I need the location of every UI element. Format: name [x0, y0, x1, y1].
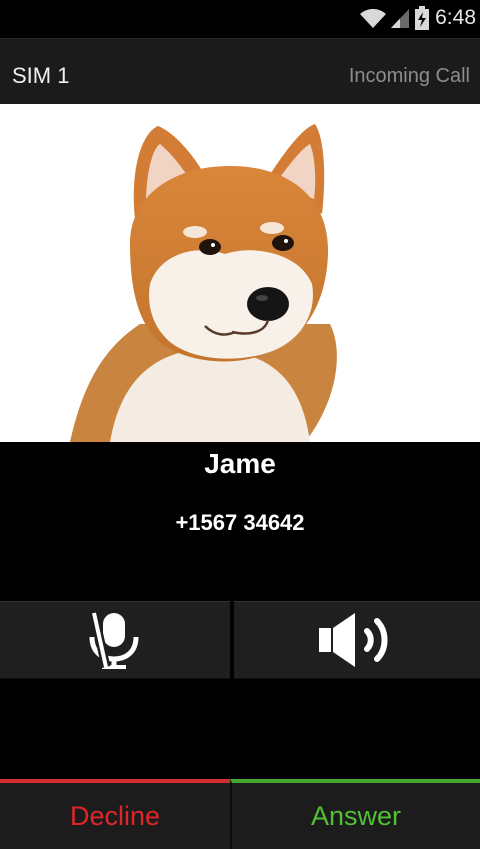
signal-icon: [391, 9, 410, 28]
answer-button[interactable]: Answer: [230, 779, 480, 849]
speaker-button[interactable]: [234, 601, 480, 679]
decline-button[interactable]: Decline: [0, 779, 230, 849]
incoming-call-screen: 6:48 SIM 1 Incoming Call Jame +1567 3464…: [0, 0, 480, 849]
call-header: SIM 1 Incoming Call: [0, 38, 480, 104]
shiba-dog-illustration: [70, 124, 337, 442]
clock: 6:48: [435, 6, 476, 29]
call-status: Incoming Call: [348, 65, 470, 87]
battery-charging-icon: [415, 6, 430, 30]
mic-muted-icon: [89, 612, 139, 669]
wifi-icon: [360, 8, 387, 28]
speaker-icon: [319, 613, 388, 667]
status-icons: 6:48: [359, 4, 476, 32]
status-bar: 6:48: [0, 0, 480, 38]
contact-photo: [0, 104, 480, 442]
caller-name: Jame: [204, 448, 276, 479]
mute-button[interactable]: [0, 601, 230, 679]
sim-label: SIM 1: [12, 63, 70, 88]
caller-number: +1567 34642: [175, 510, 305, 535]
